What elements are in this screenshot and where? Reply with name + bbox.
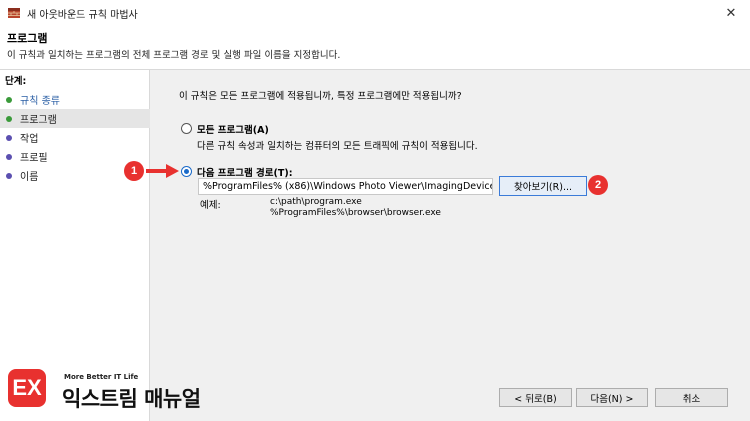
annotation-marker-1: 1 xyxy=(124,161,144,181)
step-pending-dot-icon xyxy=(6,153,12,160)
program-path-label: 다음 프로그램 경로(T): xyxy=(197,168,293,179)
brand-logo: EX More Better IT Life 익스트림 매뉴얼 xyxy=(8,365,218,411)
all-programs-label: 모든 프로그램(A) xyxy=(197,125,269,136)
step-label: 작업 xyxy=(20,134,39,145)
step-rule-type[interactable]: 규칙 종류 xyxy=(0,90,150,109)
scope-question: 이 규칙은 모든 프로그램에 적용됩니까, 특정 프로그램에만 적용됩니까? xyxy=(179,91,462,102)
wizard-content: 이 규칙은 모든 프로그램에 적용됩니까, 특정 프로그램에만 적용됩니까? 모… xyxy=(150,70,750,421)
all-programs-radio[interactable] xyxy=(181,123,192,134)
brand-tagline: More Better IT Life xyxy=(64,373,139,381)
step-done-dot-icon xyxy=(6,115,12,122)
example-label: 예제: xyxy=(200,200,221,211)
example-paths: c:\path\program.exe %ProgramFiles%\brows… xyxy=(270,197,441,219)
annotation-arrow-icon xyxy=(146,164,179,178)
title-bar: 새 아웃바운드 규칙 마법사 ✕ xyxy=(0,0,750,26)
step-pending-dot-icon xyxy=(6,172,12,179)
brand-mark: EX xyxy=(8,369,46,407)
wizard-header: 프로그램 이 규칙과 일치하는 프로그램의 전체 프로그램 경로 및 실행 파일… xyxy=(0,26,750,70)
step-label: 프로필 xyxy=(20,153,48,164)
browse-button[interactable]: 찾아보기(R)... xyxy=(499,176,587,196)
step-label: 프로그램 xyxy=(20,115,57,126)
page-title: 프로그램 xyxy=(7,32,48,45)
example-path-1: c:\path\program.exe xyxy=(270,197,362,207)
step-action[interactable]: 작업 xyxy=(0,128,150,147)
program-path-input[interactable]: %ProgramFiles% (x86)\Windows Photo Viewe… xyxy=(198,178,493,195)
step-pending-dot-icon xyxy=(6,134,12,141)
window-title: 새 아웃바운드 규칙 마법사 xyxy=(27,9,138,21)
page-description: 이 규칙과 일치하는 프로그램의 전체 프로그램 경로 및 실행 파일 이름을 … xyxy=(7,50,341,61)
step-label: 규칙 종류 xyxy=(20,96,60,107)
back-button[interactable]: < 뒤로(B) xyxy=(499,388,572,407)
all-programs-description: 다른 규칙 속성과 일치하는 컴퓨터의 모든 트래픽에 규칙이 적용됩니다. xyxy=(197,141,478,152)
annotation-marker-2: 2 xyxy=(588,175,608,195)
close-icon: ✕ xyxy=(725,5,737,21)
firewall-icon xyxy=(8,8,20,18)
brand-name: 익스트림 매뉴얼 xyxy=(62,387,201,411)
close-button[interactable]: ✕ xyxy=(720,4,742,22)
next-button[interactable]: 다음(N) > xyxy=(576,388,648,407)
example-path-2: %ProgramFiles%\browser\browser.exe xyxy=(270,208,441,218)
step-done-dot-icon xyxy=(6,96,12,103)
steps-title: 단계: xyxy=(5,76,27,87)
program-path-option[interactable]: 다음 프로그램 경로(T): xyxy=(181,165,293,179)
step-program[interactable]: 프로그램 xyxy=(0,109,150,128)
all-programs-option[interactable]: 모든 프로그램(A) 다른 규칙 속성과 일치하는 컴퓨터의 모든 트래픽에 규… xyxy=(181,122,478,152)
step-label: 이름 xyxy=(20,172,39,183)
cancel-button[interactable]: 취소 xyxy=(655,388,728,407)
program-path-radio[interactable] xyxy=(181,166,192,177)
